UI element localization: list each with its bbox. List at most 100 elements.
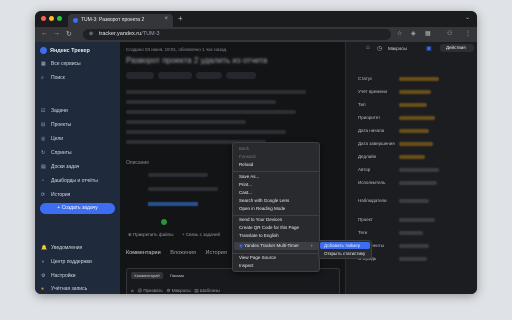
submenu-arrow-icon: › (311, 243, 313, 248)
browser-tab[interactable]: TUM-3: Разворот проекта 2 × (68, 14, 173, 27)
gear-icon: ⚙ (41, 273, 46, 279)
field-value[interactable] (399, 181, 437, 185)
sidebar-item-label: Проекты (51, 122, 72, 128)
extension-icon[interactable]: ◈ (411, 30, 416, 37)
menu-item-google-lens[interactable]: Search with Google Lens (239, 198, 289, 203)
field-value[interactable] (399, 231, 423, 235)
forward-icon[interactable]: → (53, 30, 60, 37)
sidebar-item-settings[interactable]: ⚙ Настройки (41, 273, 76, 279)
menu-item-send-to-devices[interactable]: Send to Your Devices (239, 217, 282, 222)
address-bar[interactable]: ⊜ tracker.yandex.ru/TUM-3 (83, 29, 391, 40)
field-value[interactable] (399, 77, 439, 81)
add-timer-item[interactable]: Добавить таймер (324, 243, 360, 248)
field-label: Статус (358, 76, 373, 81)
field-value[interactable] (399, 218, 435, 222)
grid-icon: ▦ (41, 61, 46, 67)
field-label: Проект (358, 217, 373, 222)
menu-item-reading-mode[interactable]: Open in Reading Mode (239, 206, 285, 211)
field-value[interactable] (399, 199, 429, 203)
browser-menu-icon[interactable]: ⋮ (465, 30, 471, 37)
sidebar-item-support[interactable]: ◑ Центр поддержки (41, 259, 92, 265)
sidebar-item-label: Спринты (51, 150, 72, 156)
sidebar-item-label: Учётная запись (51, 286, 88, 292)
field-value[interactable] (399, 90, 431, 94)
bookmark-star-icon[interactable]: ☆ (397, 30, 402, 37)
checkbox-icon: ☑ (41, 108, 46, 114)
target-icon: ◎ (41, 136, 46, 142)
sidebar-item-boards[interactable]: ▤ Доски задач (41, 164, 79, 170)
sidebar-item-projects[interactable]: ⊟ Проекты (41, 122, 71, 128)
field-label: Дата завершения (358, 141, 395, 146)
sidebar-item-search[interactable]: ⌕ Поиск (41, 75, 65, 81)
field-value[interactable] (399, 257, 427, 261)
sidebar-item-tasks[interactable]: ☑ Задачи (41, 108, 68, 114)
share-icon[interactable]: ⌂ (366, 45, 370, 51)
field-value[interactable] (399, 244, 429, 248)
reload-icon[interactable]: ↻ (66, 30, 72, 38)
field-label: Исполнитель (358, 180, 386, 185)
menu-divider (233, 215, 319, 216)
field-label: Теги (358, 230, 368, 235)
field-value[interactable] (399, 116, 435, 120)
field-label: Наблюдатели (358, 198, 387, 203)
field-label: Приоритет (358, 115, 381, 120)
back-icon[interactable]: ← (41, 30, 48, 37)
menu-item-print[interactable]: Print... (239, 182, 252, 187)
menu-item-multi-timer[interactable]: ◉ Yandex Tracker Multi-Timer (239, 243, 299, 249)
maximize-window-button[interactable] (57, 16, 62, 21)
tab-close-icon[interactable]: × (164, 16, 168, 22)
menu-item-save-as[interactable]: Save As... (239, 174, 259, 179)
sidepanel-toggle-icon[interactable]: ▣ (426, 45, 432, 52)
menu-item-translate[interactable]: Translate to English (239, 233, 279, 238)
minimize-window-button[interactable] (49, 16, 54, 21)
sidebar-item-dashboards[interactable]: ◔ Дашборды и отчёты (41, 178, 98, 184)
field-value[interactable] (399, 142, 433, 146)
field-label: Учёт времени (358, 89, 388, 94)
search-icon: ⌕ (41, 75, 44, 81)
create-task-button[interactable]: + Создать задачу (40, 203, 115, 214)
actions-button[interactable]: Действия (440, 44, 474, 52)
tab-search-icon[interactable]: ⌄ (465, 14, 470, 21)
sidebar-item-goals[interactable]: ◎ Цели (41, 136, 63, 142)
profile-icon[interactable]: ⚇ (447, 30, 452, 37)
sidebar-item-all-services[interactable]: ▦ Все сервисы (41, 61, 81, 67)
timer-icon[interactable]: ◷ (377, 45, 382, 52)
tab-strip: TUM-3: Разворот проекта 2 × + ⌄ (35, 11, 477, 27)
field-value[interactable] (399, 129, 429, 133)
sidebar-item-label: Все сервисы (51, 61, 81, 67)
multi-timer-label: Yandex Tracker Multi-Timer (244, 243, 299, 248)
menu-divider (233, 171, 319, 172)
menu-item-qr-code[interactable]: Create QR Code for this Page (239, 225, 299, 230)
menu-item-inspect[interactable]: Inspect (239, 263, 254, 268)
field-value[interactable] (399, 168, 439, 172)
close-window-button[interactable] (41, 16, 46, 21)
bell-icon: 🔔 (41, 245, 48, 251)
support-icon: ◑ (41, 259, 45, 265)
menu-item-forward[interactable]: Forward (239, 154, 256, 159)
sidepanel-icon[interactable]: ▦ (425, 30, 431, 37)
menu-item-reload[interactable]: Reload (239, 162, 253, 167)
url-host: tracker.yandex.ru (99, 31, 142, 37)
open-stats-item[interactable]: Открыть статистику (324, 251, 365, 256)
menu-divider (233, 253, 319, 254)
menu-item-view-source[interactable]: View Page Source (239, 255, 276, 260)
tab-title: TUM-3: Разворот проекта 2 (81, 17, 145, 23)
menu-item-back[interactable]: Back (239, 146, 249, 151)
history-icon: ⟳ (41, 192, 46, 198)
sprint-icon: ↻ (41, 150, 46, 156)
macros-button[interactable]: Макросы (388, 46, 407, 51)
sidebar-item-account[interactable]: ● Учётная запись (41, 286, 87, 292)
browser-toolbar: ← → ↻ ⊜ tracker.yandex.ru/TUM-3 ☆ ◈ ▦ ⚇ … (35, 27, 477, 42)
sidebar-item-notifications[interactable]: 🔔 Уведомления (41, 245, 82, 251)
context-menu: Back Forward Reload Save As... Print... … (232, 142, 320, 272)
field-value[interactable] (399, 155, 425, 159)
sidebar-item-sprints[interactable]: ↻ Спринты (41, 150, 72, 156)
sidebar-item-history[interactable]: ⟳ История (41, 192, 70, 198)
sidebar: Яндекс Трекер ▦ Все сервисы ⌕ Поиск ☑ Задач… (35, 42, 120, 294)
site-info-icon[interactable]: ⊜ (89, 31, 93, 37)
timer-extension-icon: ◉ (239, 243, 243, 248)
menu-item-cast[interactable]: Cast... (239, 190, 252, 195)
field-label: Дата начала (358, 128, 385, 133)
field-value[interactable] (399, 103, 427, 107)
new-tab-button[interactable]: + (178, 14, 183, 23)
